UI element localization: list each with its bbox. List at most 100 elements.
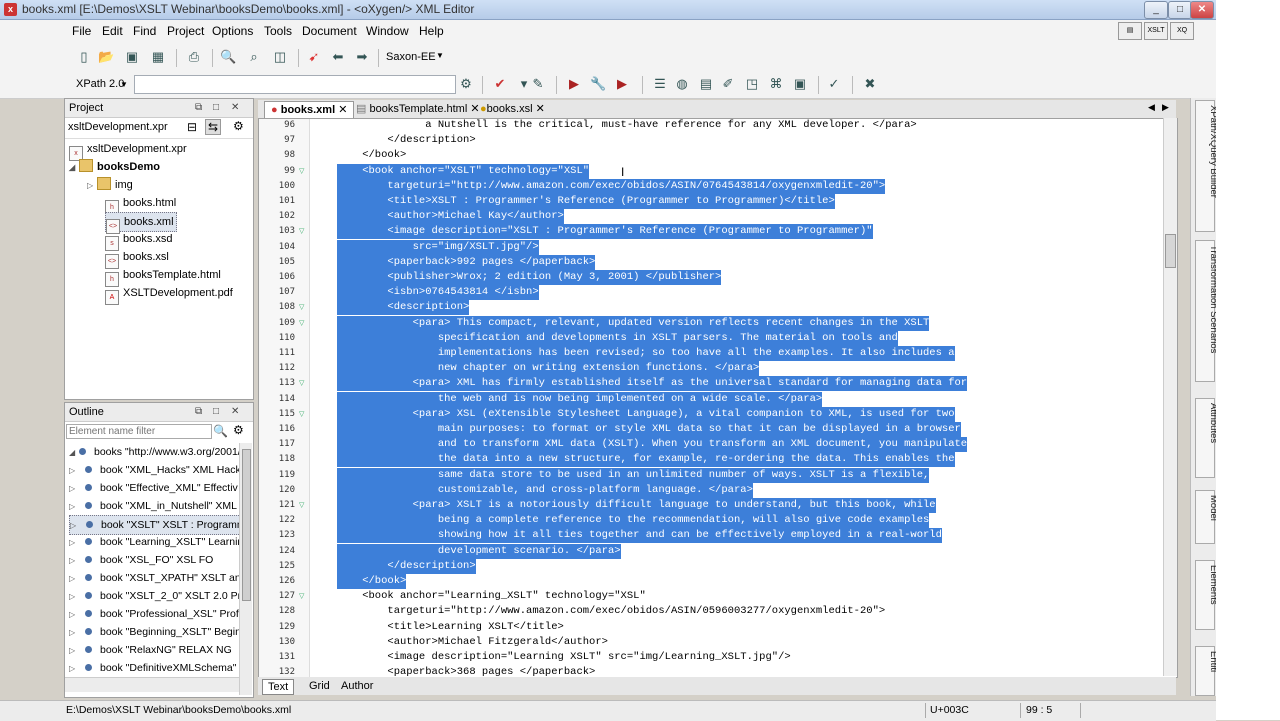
code-line[interactable]: </book> <box>337 148 406 163</box>
dock-tab-model[interactable]: Model <box>1195 490 1219 544</box>
code-line-selected[interactable]: specification and developments in XSLT p… <box>337 330 898 346</box>
menu-options[interactable]: Options <box>212 24 253 38</box>
code-line-selected[interactable]: <para> XSL (eXtensible Stylesheet Langua… <box>337 406 955 422</box>
code-line-selected[interactable]: main purposes: to format or style XML da… <box>337 422 961 437</box>
outline-item[interactable]: ▷ book "XSLT_2_0" XSLT 2.0 Pro <box>69 587 245 605</box>
code-line-selected[interactable]: <paperback>992 pages </paperback> <box>337 254 596 270</box>
expand-icon[interactable]: ▷ <box>69 498 79 515</box>
menu-window[interactable]: Window <box>366 24 409 38</box>
code-line-selected[interactable]: customizable, and cross-platform languag… <box>337 482 753 498</box>
configure-transformation-icon[interactable]: ➹ <box>306 49 322 65</box>
print-icon[interactable]: ⎙ <box>186 49 202 65</box>
code-line-selected[interactable]: and to transform XML data (XSLT). When y… <box>337 437 968 453</box>
panel-maximize-icon[interactable]: □ <box>213 99 219 117</box>
new-file-icon[interactable]: ▯ <box>76 49 92 65</box>
tree-item-booksdemo[interactable]: ◢ booksDemo <box>69 158 160 176</box>
editor-scrollbar[interactable] <box>1163 118 1177 676</box>
fold-toggle-icon[interactable]: ▽ <box>299 501 304 509</box>
outline-item[interactable]: ▷ book "Learning_XSLT" Learnin <box>69 533 245 551</box>
code-line-selected[interactable]: showing how it all ties together and can… <box>337 528 942 544</box>
fold-toggle-icon[interactable]: ▽ <box>299 379 304 387</box>
dock-tab-attributes[interactable]: Attributes <box>1195 398 1219 478</box>
expand-icon[interactable]: ▷ <box>69 570 79 587</box>
editor-scrollbar-thumb[interactable] <box>1165 234 1176 268</box>
outline-item[interactable]: ▷ book "Professional_XSL" Profe <box>69 605 245 623</box>
validate-icon[interactable]: ✔ <box>492 76 508 92</box>
code-line-selected[interactable]: targeturi="http://www.amazon.com/exec/ob… <box>337 178 886 194</box>
outline-item[interactable]: ▷ book "RelaxNG" RELAX NG <box>69 641 245 659</box>
dock-tab-transformation-scenarios[interactable]: Transformation Scenarios <box>1195 240 1219 382</box>
open-folder-icon[interactable]: 📂 <box>98 49 114 65</box>
menu-find[interactable]: Find <box>133 24 156 38</box>
menu-help[interactable]: Help <box>419 24 444 38</box>
menu-document[interactable]: Document <box>302 24 357 38</box>
mode-tab-text[interactable]: Text <box>262 679 295 695</box>
forward-icon[interactable]: ➡ <box>354 49 370 65</box>
menu-tools[interactable]: Tools <box>264 24 292 38</box>
code-line-selected[interactable]: <para> XML has firmly established itself… <box>337 376 968 392</box>
close-button[interactable]: ✕ <box>1190 1 1214 19</box>
save-icon[interactable]: ▦ <box>150 49 166 65</box>
tab-scroll-left-icon[interactable]: ◀ <box>1148 102 1155 113</box>
engine-dropdown-icon[interactable]: ▼ <box>436 51 444 60</box>
tree-item-xsltdevelopment-pdf[interactable]: A XSLTDevelopment.pdf <box>105 284 233 305</box>
panel-float-icon[interactable]: ⧉ <box>195 99 202 117</box>
code-line[interactable]: </description> <box>337 133 475 148</box>
xpath-version-select[interactable]: XPath 2.0 <box>76 78 124 90</box>
generate-docs-icon[interactable]: ▣ <box>792 76 808 92</box>
close-tab-icon[interactable]: ✕ <box>536 103 545 115</box>
svn-commit-icon[interactable]: ✓ <box>826 76 842 92</box>
code-line[interactable]: <book anchor="Learning_XSLT" technology=… <box>337 589 646 604</box>
back-icon[interactable]: ⬅ <box>330 49 346 65</box>
refactor-icon[interactable]: ▤ <box>698 76 714 92</box>
xquery-debugger-icon[interactable]: XQ <box>1170 22 1194 40</box>
outline-item[interactable]: ▷ book "Effective_XML" Effectiv <box>69 479 245 497</box>
code-line[interactable]: targeturi="http://www.amazon.com/exec/ob… <box>337 604 885 619</box>
outline-root[interactable]: ◢ books "http://www.w3.org/2001/ <box>69 443 245 461</box>
outline-item[interactable]: ▷ book "Beginning_XSLT" Beginn <box>69 623 245 641</box>
outline-item[interactable]: ▷ book "XSLT_XPATH" XSLT and <box>69 569 245 587</box>
menu-edit[interactable]: Edit <box>102 24 123 38</box>
expand-icon[interactable]: ▷ <box>69 534 79 551</box>
code-line[interactable]: <title>Learning XSLT</title> <box>337 620 563 635</box>
fold-toggle-icon[interactable]: ▽ <box>299 410 304 418</box>
tree-item-bookstemplate-html[interactable]: h booksTemplate.html <box>105 266 221 287</box>
mode-tab-grid[interactable]: Grid <box>304 679 335 693</box>
format-indent-icon[interactable]: ☰ <box>652 76 668 92</box>
mode-tab-author[interactable]: Author <box>336 679 378 693</box>
code-line-selected[interactable]: development scenario. </para> <box>337 543 621 559</box>
expand-icon[interactable]: ▷ <box>69 462 79 479</box>
code-line-selected[interactable]: <para> This compact, relevant, updated v… <box>337 315 930 331</box>
find-in-files-icon[interactable]: ⌕ <box>246 49 262 65</box>
fold-toggle-icon[interactable]: ▽ <box>299 303 304 311</box>
link-with-editor-icon[interactable]: ⇆ <box>205 119 222 135</box>
expand-icon[interactable]: ▷ <box>69 642 79 659</box>
code-line-selected[interactable]: src="img/XSLT.jpg"/> <box>337 239 539 255</box>
outline-item[interactable]: ▷ book "XML_Hacks" XML Hacks <box>69 461 245 479</box>
fold-toggle-icon[interactable]: ▽ <box>299 167 304 175</box>
outline-item[interactable]: ▷ book "DefinitiveXMLSchema" D <box>69 659 245 677</box>
xslt-debugger-icon[interactable]: XSLT <box>1144 22 1168 40</box>
pin-icon[interactable]: ✖ <box>862 76 878 92</box>
edit-tag-icon[interactable]: ✐ <box>720 76 736 92</box>
code-line-selected[interactable]: </book> <box>337 574 407 589</box>
expand-icon[interactable]: ▷ <box>69 660 79 677</box>
code-line-selected[interactable]: the web and is now being implemented on … <box>337 391 823 407</box>
code-line-selected[interactable]: new chapter on writing extension functio… <box>337 361 760 377</box>
find-icon[interactable]: 🔍 <box>220 49 236 65</box>
expand-icon[interactable]: ▷ <box>69 606 79 623</box>
maximize-button[interactable]: □ <box>1168 1 1192 19</box>
code-line-selected[interactable]: implementations has been revised; so too… <box>337 346 955 361</box>
expand-icon[interactable]: ▷ <box>69 624 79 641</box>
code-line-selected[interactable]: being a complete reference to the recomm… <box>337 513 930 529</box>
apply-transformation-icon[interactable]: ▶ <box>566 76 582 92</box>
outline-scrollbar[interactable] <box>239 443 252 695</box>
expand-icon[interactable]: ▷ <box>69 552 79 569</box>
code-line-selected[interactable]: <book anchor="XSLT" technology="XSL" <box>337 163 590 179</box>
fold-toggle-icon[interactable]: ▽ <box>299 592 304 600</box>
tree-item-xpr[interactable]: x xsltDevelopment.xpr <box>69 140 187 161</box>
outline-item[interactable]: ▷ book "XSLT" XSLT : Programm <box>69 515 247 535</box>
xpath-settings-icon[interactable]: ⚙ <box>458 76 474 92</box>
tab-scroll-right-icon[interactable]: ▶ <box>1162 102 1169 113</box>
tree-item-books-html[interactable]: h books.html <box>105 194 176 215</box>
